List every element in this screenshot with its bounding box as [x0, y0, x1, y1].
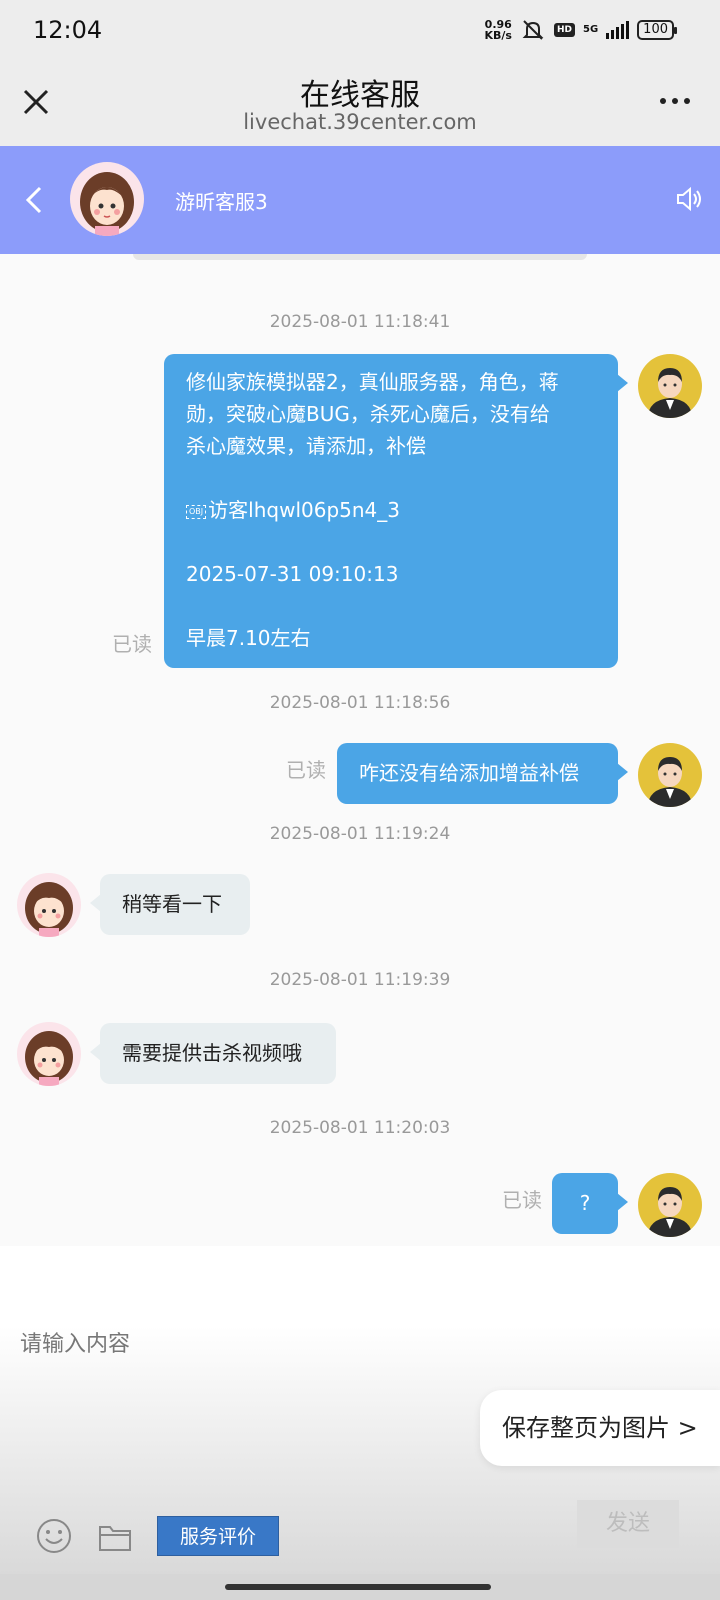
page-title: 在线客服 — [300, 78, 420, 113]
agent-name: 游昕客服3 — [175, 190, 268, 214]
battery-level: 100 — [643, 22, 668, 37]
system-nav-bar — [0, 1574, 720, 1600]
message-timestamp: 2025-08-01 11:19:39 — [269, 970, 451, 990]
save-page-as-image-button[interactable]: 保存整页为图片 > — [480, 1390, 720, 1466]
message-text: 杀心魔效果，请添加，补偿 — [186, 434, 426, 458]
agent-avatar — [17, 873, 81, 937]
page-url: livechat.39center.com — [243, 110, 477, 134]
network-type: 5G — [583, 24, 599, 35]
chat-header: 游昕客服3 — [0, 146, 720, 254]
user-avatar — [638, 743, 702, 807]
signal-icon — [606, 21, 630, 39]
message-visitor-line: OBJ 访客lhqwl06p5n4_3 — [186, 494, 596, 526]
message-timestamp: 2025-08-01 11:19:24 — [269, 824, 451, 844]
service-rating-button[interactable]: 服务评价 — [157, 1516, 279, 1556]
message-timestamp: 2025-08-01 11:18:41 — [269, 312, 451, 332]
chat-message-list[interactable]: 2025-08-01 11:18:41 修仙家族模拟器2，真仙服务器，角色，蒋 … — [0, 254, 720, 1246]
status-icons: 0.96 KB/s HD 5G 100 — [485, 18, 677, 42]
obj-placeholder-icon: OBJ — [186, 504, 207, 519]
emoji-icon[interactable] — [36, 1518, 72, 1554]
message-text: 2025-07-31 09:10:13 — [186, 562, 399, 586]
message-text: 早晨7.10左右 — [186, 626, 311, 650]
network-speed: 0.96 KB/s — [485, 19, 512, 41]
message-text: 访客lhqwl06p5n4_3 — [208, 498, 400, 522]
message-input[interactable]: 请输入内容 — [20, 1326, 130, 1358]
message-text: 勋，突破心魔BUG，杀死心魔后，没有给 — [186, 402, 550, 426]
sent-message-bubble[interactable]: 修仙家族模拟器2，真仙服务器，角色，蒋 勋，突破心魔BUG，杀死心魔后，没有给 … — [164, 354, 628, 668]
message-text: ? — [579, 1191, 591, 1215]
mute-bell-icon — [522, 20, 544, 40]
clipped-previous-message — [133, 254, 587, 260]
agent-avatar — [70, 162, 144, 236]
received-message-bubble[interactable]: 需要提供击杀视频哦 — [90, 1023, 336, 1084]
message-timestamp: 2025-08-01 11:18:56 — [269, 693, 451, 713]
home-indicator[interactable] — [225, 1584, 491, 1590]
message-text: 修仙家族模拟器2，真仙服务器，角色，蒋 — [186, 370, 559, 394]
read-status: 已读 — [502, 1188, 542, 1212]
agent-avatar — [17, 1022, 81, 1086]
message-text: 咋还没有给添加增益补偿 — [359, 761, 579, 785]
folder-icon[interactable] — [98, 1522, 132, 1552]
status-time: 12:04 — [33, 16, 103, 44]
message-timestamp: 2025-08-01 11:20:03 — [269, 1118, 451, 1138]
user-avatar — [638, 354, 702, 418]
sent-message-bubble[interactable]: 咋还没有给添加增益补偿 — [337, 743, 628, 804]
composer: 请输入内容 保存整页为图片 > 服务评价 发送 — [0, 1246, 720, 1574]
message-text: 稍等看一下 — [122, 892, 222, 916]
read-status: 已读 — [112, 632, 152, 656]
more-options-icon[interactable] — [660, 98, 690, 104]
network-speed-unit: KB/s — [484, 29, 512, 42]
user-avatar — [638, 1173, 702, 1237]
status-bar: 12:04 0.96 KB/s HD 5G 100 — [0, 0, 720, 62]
send-button[interactable]: 发送 — [577, 1500, 679, 1548]
read-status: 已读 — [286, 758, 326, 782]
hd-badge: HD — [553, 23, 575, 37]
back-arrow-icon[interactable] — [22, 184, 46, 216]
message-text: 需要提供击杀视频哦 — [122, 1041, 302, 1065]
speaker-icon[interactable] — [674, 184, 704, 214]
browser-title-bar: 在线客服 livechat.39center.com — [0, 62, 720, 146]
received-message-bubble[interactable]: 稍等看一下 — [90, 874, 250, 935]
battery-icon: 100 — [637, 20, 677, 40]
sent-message-bubble[interactable]: ? — [552, 1173, 628, 1234]
